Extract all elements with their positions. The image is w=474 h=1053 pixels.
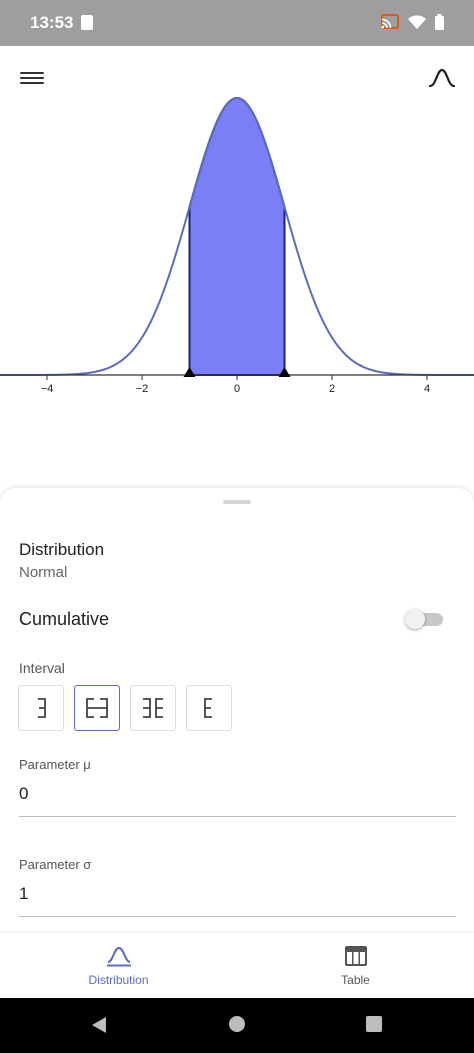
distribution-plot[interactable]: −4 −2 0 2 4 <box>0 46 474 406</box>
status-bar: 13:53 <box>0 0 474 46</box>
parameter-sigma-field[interactable]: Parameter σ 1 <box>19 857 456 917</box>
nav-distribution[interactable]: Distribution <box>0 933 237 998</box>
interval-buttons <box>18 685 232 731</box>
x-tick-label: 2 <box>329 383 335 395</box>
menu-icon-bar <box>20 72 44 74</box>
system-navigation-bar <box>0 998 474 1053</box>
distribution-label[interactable]: Distribution <box>19 540 104 560</box>
parameter-sigma-input[interactable]: 1 <box>19 884 456 904</box>
parameter-mu-field[interactable]: Parameter μ 0 <box>19 757 456 817</box>
x-tick-label: −2 <box>136 383 149 395</box>
menu-icon-bar <box>20 82 44 84</box>
bell-curve-icon[interactable] <box>428 66 456 90</box>
status-icons <box>381 14 444 30</box>
menu-icon-bar <box>20 77 44 79</box>
status-time: 13:53 <box>30 13 74 32</box>
back-icon[interactable] <box>90 1015 108 1035</box>
toggle-thumb <box>405 609 425 629</box>
interval-outside-button[interactable] <box>130 685 176 731</box>
menu-button[interactable] <box>20 69 44 89</box>
interval-label: Interval <box>19 660 65 676</box>
x-tick-label: 4 <box>424 383 430 395</box>
cast-icon <box>381 14 399 29</box>
wifi-icon <box>408 14 426 29</box>
interval-left-sided-button[interactable] <box>18 685 64 731</box>
cumulative-label: Cumulative <box>19 609 110 629</box>
settings-sheet: Distribution Normal Cumulative Interval <box>0 488 474 933</box>
left-sided-icon <box>38 698 46 718</box>
parameter-mu-label: Parameter μ <box>19 757 91 772</box>
distribution-value[interactable]: Normal <box>19 564 67 581</box>
battery-icon <box>435 14 444 30</box>
nav-table[interactable]: Table <box>237 933 474 998</box>
interval-two-sided-button[interactable] <box>74 685 120 731</box>
two-sided-icon <box>86 698 108 718</box>
x-tick-label: −4 <box>41 383 54 395</box>
drag-handle[interactable] <box>223 500 251 504</box>
bell-curve-icon <box>106 946 131 967</box>
cumulative-toggle[interactable] <box>405 609 443 629</box>
x-tick-label: 0 <box>234 383 240 395</box>
sd-card-icon <box>81 15 93 30</box>
parameter-mu-input[interactable]: 0 <box>19 784 456 804</box>
home-icon[interactable] <box>228 1015 246 1033</box>
recents-icon[interactable] <box>365 1015 383 1033</box>
interval-right-sided-button[interactable] <box>186 685 232 731</box>
bottom-navigation: Distribution Table <box>0 933 474 998</box>
table-icon <box>344 946 367 966</box>
nav-distribution-label: Distribution <box>88 973 149 987</box>
shaded-probability-area <box>188 96 286 376</box>
outside-icon <box>143 698 163 718</box>
right-sided-icon <box>204 698 212 718</box>
parameter-sigma-label: Parameter σ <box>19 857 92 872</box>
nav-table-label: Table <box>341 973 370 987</box>
parameter-sigma-underline <box>19 916 456 917</box>
parameter-mu-underline <box>19 816 456 817</box>
